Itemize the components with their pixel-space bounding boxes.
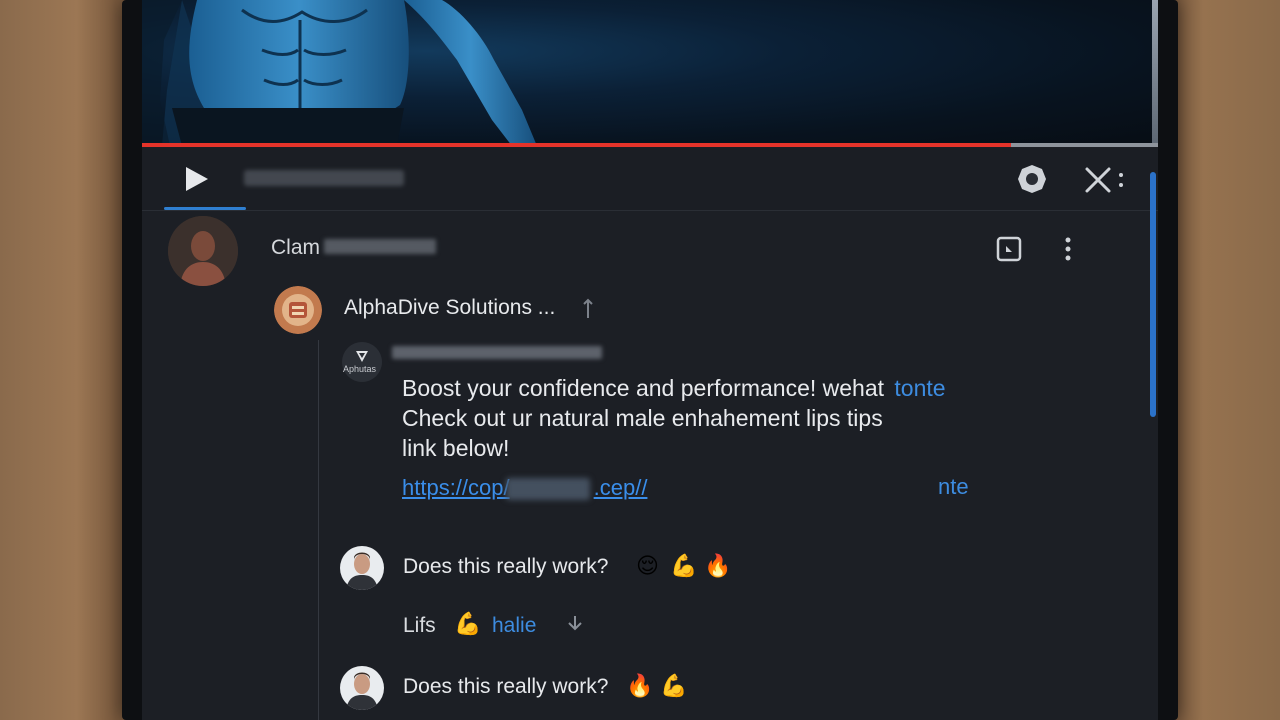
like-label[interactable]: Lifs	[403, 614, 436, 638]
settings-icon	[1018, 165, 1046, 193]
pip-icon	[996, 236, 1022, 262]
fire-emoji-icon: 🔥	[626, 674, 654, 699]
play-button[interactable]	[182, 164, 212, 194]
expand-button[interactable]	[566, 614, 584, 634]
brand-shield-icon	[342, 342, 382, 382]
video-player[interactable]	[142, 0, 1158, 146]
user-name-redacted	[324, 239, 436, 254]
post-line-2: Check out ur natural male enhahement lip…	[402, 405, 883, 431]
settings-button[interactable]	[1016, 163, 1048, 195]
video-edge-highlight	[1152, 0, 1158, 146]
user-avatar[interactable]	[168, 216, 238, 286]
video-title-redacted	[244, 170, 404, 186]
advertiser-name[interactable]: AlphaDive Solutions ...	[344, 296, 555, 320]
post-line-3: link below!	[402, 435, 510, 461]
post-line-1: Boost your confidence and performance! w…	[402, 373, 946, 403]
post-body: Boost your confidence and performance! w…	[402, 373, 946, 463]
advertiser-avatar[interactable]	[274, 286, 322, 334]
brand-badge	[342, 342, 382, 382]
app-screen: Clam AlphaDive Solutions ... Aphutas Boo…	[142, 0, 1158, 720]
post-link-end: .cep//	[593, 475, 648, 500]
post-line-1-blue[interactable]: tonte	[894, 375, 945, 401]
reply-link[interactable]: halie	[492, 614, 536, 638]
reply-avatar[interactable]	[340, 546, 384, 590]
more-button[interactable]	[1062, 236, 1074, 262]
close-icon	[1085, 167, 1123, 193]
advertiser-logo-icon	[274, 286, 322, 334]
flexed-bicep-emoji-icon: 💪	[660, 674, 688, 699]
pip-button[interactable]	[996, 236, 1022, 262]
more-vertical-icon	[1065, 237, 1071, 261]
video-progress-fill	[142, 143, 1011, 147]
flexed-bicep-emoji-icon: 💪	[670, 554, 698, 579]
close-button[interactable]	[1084, 166, 1126, 194]
scrollbar[interactable]	[1150, 172, 1156, 417]
expand-down-icon	[568, 616, 582, 631]
post-link-side-text[interactable]: nte	[938, 474, 969, 500]
post-meta-redacted	[392, 346, 602, 359]
user-name: Clam	[271, 236, 321, 259]
active-tab-indicator	[164, 207, 246, 210]
pin-button[interactable]	[582, 298, 594, 320]
play-icon	[186, 167, 208, 191]
reply-avatar-image	[340, 546, 384, 590]
phone-frame: Clam AlphaDive Solutions ... Aphutas Boo…	[122, 0, 1178, 720]
reply-avatar[interactable]	[340, 666, 384, 710]
brand-badge-label: Aphutas	[343, 364, 377, 374]
video-progress-bar[interactable]	[142, 143, 1158, 147]
pin-icon	[583, 298, 593, 318]
post-link-start: https://cop/	[402, 475, 510, 500]
post-line-1-text: Boost your confidence and performance! w…	[402, 375, 885, 401]
reply-text: Does this really work?	[403, 555, 609, 578]
flexed-bicep-emoji-icon: 💪	[454, 612, 482, 637]
player-controls	[142, 148, 1158, 211]
reply-text: Does this really work?	[403, 675, 609, 698]
link-redacted	[506, 478, 590, 500]
thread-line	[318, 340, 319, 720]
relieved-emoji-icon: 😌	[636, 554, 659, 579]
fire-emoji-icon: 🔥	[704, 554, 732, 579]
reply-avatar-image	[340, 666, 384, 710]
video-frame-figure	[142, 0, 537, 146]
user-avatar-image	[168, 216, 238, 286]
